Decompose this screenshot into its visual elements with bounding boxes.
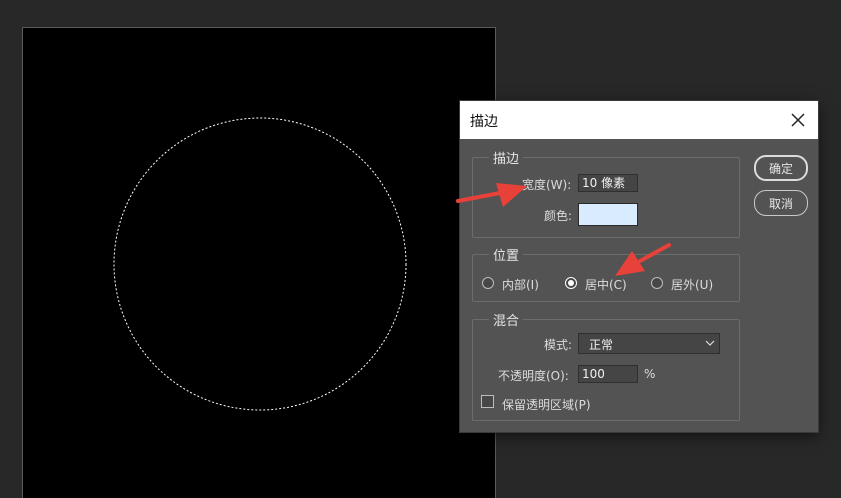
chevron-down-icon: [705, 340, 715, 346]
cancel-button[interactable]: 取消: [754, 190, 808, 216]
ok-button[interactable]: 确定: [754, 155, 808, 181]
radio-center-label[interactable]: 居中(C): [585, 276, 627, 293]
color-swatch[interactable]: [578, 203, 638, 226]
opacity-input[interactable]: 100: [578, 365, 638, 383]
selection-marquee: [113, 117, 407, 411]
opacity-unit: %: [644, 367, 656, 381]
radio-outside-label[interactable]: 居外(U): [671, 276, 713, 293]
dialog-title: 描边: [470, 114, 498, 130]
mode-select[interactable]: 正常: [578, 333, 720, 354]
width-label: 宽度(W):: [522, 178, 572, 192]
close-icon: [791, 113, 805, 127]
mode-label: 模式:: [544, 338, 573, 352]
color-label: 颜色:: [544, 209, 573, 223]
radio-outside[interactable]: [651, 277, 663, 289]
radio-inside[interactable]: [482, 277, 494, 289]
dialog-titlebar: 描边: [460, 101, 818, 139]
position-group-legend: 位置: [493, 249, 520, 264]
mode-select-value: 正常: [589, 338, 614, 352]
opacity-label: 不透明度(O):: [498, 369, 569, 383]
preserve-transparency-label[interactable]: 保留透明区域(P): [502, 396, 591, 413]
radio-center[interactable]: [565, 277, 577, 289]
position-group: 位置: [472, 245, 740, 302]
preserve-transparency-checkbox[interactable]: [481, 395, 494, 408]
document-canvas[interactable]: [22, 27, 496, 498]
close-button[interactable]: [778, 101, 818, 139]
blend-group-legend: 混合: [493, 314, 520, 329]
width-input[interactable]: 10 像素: [578, 174, 638, 192]
radio-inside-label[interactable]: 内部(I): [502, 276, 539, 293]
stroke-group-legend: 描边: [493, 152, 520, 167]
